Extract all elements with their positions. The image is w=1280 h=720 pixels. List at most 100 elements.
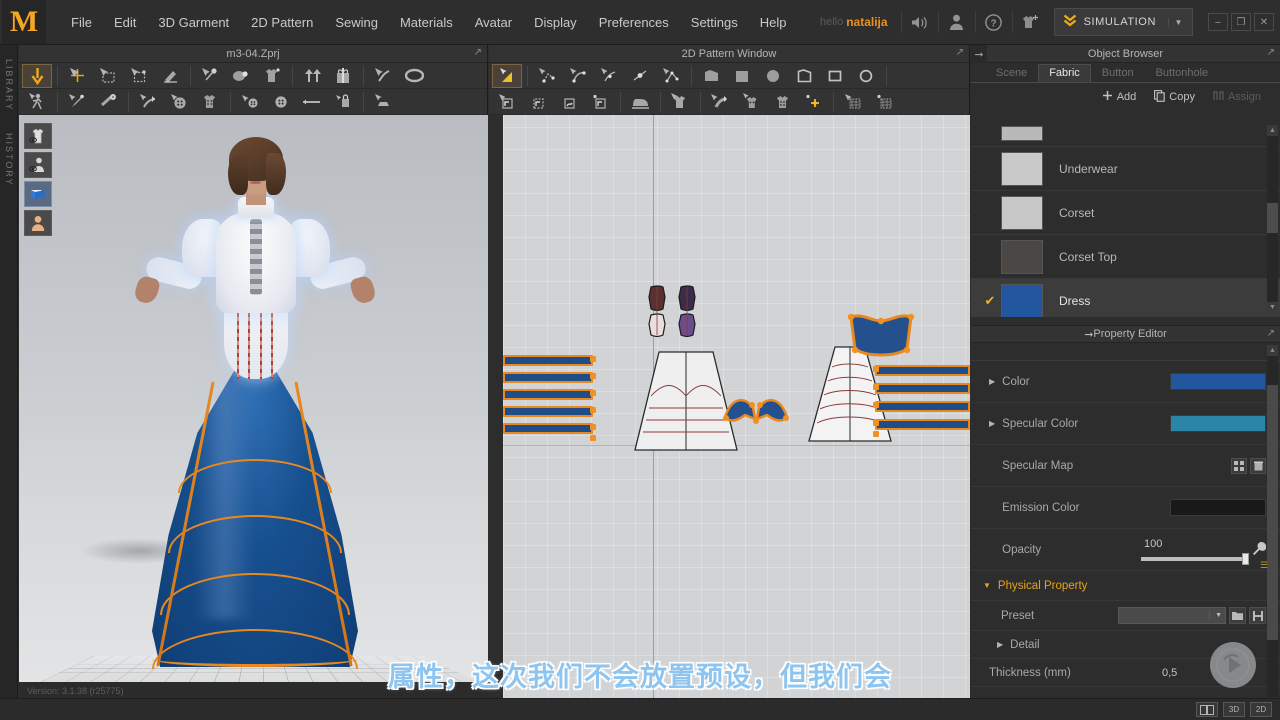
transform-pattern-tool-icon[interactable] bbox=[124, 64, 154, 88]
pin-tool-icon[interactable] bbox=[195, 64, 225, 88]
scrollbar-thumb[interactable] bbox=[1267, 203, 1278, 233]
property-row-color[interactable]: ▶ Color bbox=[971, 361, 1280, 403]
rectangle-outline-tool-icon[interactable] bbox=[820, 64, 850, 88]
menu-help[interactable]: Help bbox=[749, 9, 798, 36]
property-row-emission-color[interactable]: ▶ Emission Color bbox=[971, 487, 1280, 529]
tab-buttonhole[interactable]: Buttonhole bbox=[1145, 64, 1220, 82]
fold-arrange-tool-icon[interactable] bbox=[133, 90, 163, 114]
circle-outline-tool-icon[interactable] bbox=[851, 64, 881, 88]
button-placement-tool-icon[interactable] bbox=[164, 90, 194, 114]
edit-curvature-tool-icon[interactable] bbox=[563, 64, 593, 88]
internal-line-tool-icon[interactable] bbox=[492, 90, 522, 114]
collapse-panel-icon[interactable]: ➞ bbox=[1084, 328, 1093, 341]
edit-curve-point-tool-icon[interactable] bbox=[532, 64, 562, 88]
split-view-button[interactable] bbox=[1196, 702, 1218, 717]
garment-fold-tool-icon[interactable] bbox=[257, 64, 287, 88]
simulate-tool-icon[interactable] bbox=[22, 63, 52, 88]
mesh-particle-tool-icon[interactable] bbox=[838, 90, 868, 114]
menu-edit[interactable]: Edit bbox=[103, 9, 147, 36]
topstitch-garment-tool-icon[interactable] bbox=[195, 90, 225, 114]
mesh-edit-tool-icon[interactable] bbox=[869, 90, 899, 114]
zipper-tool-icon[interactable] bbox=[368, 64, 398, 88]
minimize-button[interactable]: – bbox=[1208, 13, 1228, 31]
menu-display[interactable]: Display bbox=[523, 9, 588, 36]
scroll-up-icon[interactable]: ▲ bbox=[1267, 345, 1278, 356]
list-item[interactable]: Underwear bbox=[971, 147, 1280, 191]
property-editor-scrollbar[interactable]: ▲ ☰ bbox=[1260, 345, 1278, 697]
line-segment-tool-icon[interactable] bbox=[297, 90, 327, 114]
list-item[interactable]: Corset bbox=[971, 191, 1280, 235]
polygon-outline-tool-icon[interactable] bbox=[789, 64, 819, 88]
polygon-tool-icon[interactable] bbox=[696, 64, 726, 88]
chevron-down-icon[interactable]: ▼ bbox=[1209, 612, 1222, 619]
fabric-swatch[interactable] bbox=[1001, 195, 1043, 230]
menu-materials[interactable]: Materials bbox=[389, 9, 464, 36]
scroll-up-icon[interactable]: ▲ bbox=[1267, 125, 1278, 136]
tab-button[interactable]: Button bbox=[1091, 64, 1145, 82]
user-icon[interactable] bbox=[942, 7, 972, 37]
opacity-value[interactable]: 100 bbox=[1141, 538, 1246, 550]
speaker-icon[interactable] bbox=[905, 7, 935, 37]
pattern-fold-tool-icon[interactable] bbox=[705, 90, 735, 114]
pattern-piece-skirt-side[interactable] bbox=[803, 343, 898, 453]
property-row-preset[interactable]: Preset ▼ bbox=[971, 601, 1280, 631]
list-item[interactable]: Corset Top bbox=[971, 235, 1280, 279]
chevron-right-icon[interactable]: ▶ bbox=[989, 419, 995, 428]
button-tool-icon[interactable] bbox=[235, 90, 265, 114]
fabric-swatch[interactable] bbox=[1001, 151, 1043, 186]
scrollbar-thumb[interactable] bbox=[1267, 385, 1278, 640]
pattern-piece-bodice-group[interactable] bbox=[641, 285, 711, 355]
pattern-button-tool-icon[interactable] bbox=[736, 90, 766, 114]
tab-fabric[interactable]: Fabric bbox=[1038, 64, 1091, 82]
emission-color-swatch[interactable] bbox=[1170, 499, 1266, 516]
restore-button[interactable]: ❐ bbox=[1231, 13, 1251, 31]
add-point-split-tool-icon[interactable] bbox=[594, 64, 624, 88]
move-gizmo-tool-icon[interactable] bbox=[798, 90, 828, 114]
open-folder-icon[interactable] bbox=[1229, 607, 1246, 624]
color-swatch[interactable] bbox=[1170, 373, 1266, 390]
select-move-tool-icon[interactable] bbox=[62, 64, 92, 88]
menu-settings[interactable]: Settings bbox=[680, 9, 749, 36]
pattern-piece-yoke[interactable] bbox=[845, 311, 917, 359]
garment-preview-tool-icon[interactable] bbox=[665, 90, 695, 114]
physical-property-header[interactable]: ▼ Physical Property bbox=[971, 571, 1280, 601]
pressure-tool-icon[interactable] bbox=[226, 64, 256, 88]
avatar-model[interactable] bbox=[124, 129, 384, 674]
sidebar-tab-library[interactable]: LIBRARY bbox=[4, 51, 14, 119]
view-3d-button[interactable]: 3D bbox=[1223, 702, 1245, 717]
menu-file[interactable]: File bbox=[60, 9, 103, 36]
grid-icon[interactable] bbox=[1231, 457, 1247, 474]
sidebar-tab-history[interactable]: HISTORY bbox=[4, 125, 14, 195]
opacity-slider[interactable] bbox=[1141, 553, 1249, 565]
avatar-pose-tool-icon[interactable] bbox=[22, 90, 52, 114]
fabric-swatch[interactable] bbox=[1001, 126, 1043, 141]
view-2d-button[interactable]: 2D bbox=[1250, 702, 1272, 717]
segment-tool-icon[interactable] bbox=[625, 64, 655, 88]
fabric-list-scrollbar[interactable]: ▲ ▼ bbox=[1267, 125, 1278, 313]
close-button[interactable]: ✕ bbox=[1254, 13, 1274, 31]
fabric-check-icon[interactable]: ✔ bbox=[979, 293, 1001, 309]
assign-fabric-button[interactable]: Assign bbox=[1206, 87, 1268, 107]
username-label[interactable]: natalija bbox=[846, 15, 887, 29]
popout-icon[interactable]: ↗ bbox=[1267, 328, 1275, 339]
trash-icon[interactable] bbox=[1250, 457, 1266, 474]
chevron-right-icon[interactable]: ▶ bbox=[997, 640, 1003, 649]
chevron-right-icon[interactable]: ▶ bbox=[989, 377, 995, 386]
pattern-piece-collar-wings[interactable] bbox=[721, 385, 791, 427]
wrench-icon[interactable] bbox=[1252, 541, 1267, 558]
save-icon[interactable] bbox=[1249, 607, 1266, 624]
rectangle-select-tool-icon[interactable] bbox=[93, 64, 123, 88]
menu-sewing[interactable]: Sewing bbox=[324, 9, 389, 36]
fabric-list[interactable]: Underwear Corset Corset Top ✔ Dress bbox=[971, 121, 1280, 317]
scroll-down-icon[interactable]: ▼ bbox=[1267, 302, 1278, 313]
help-icon[interactable]: ? bbox=[979, 7, 1009, 37]
pattern-buttonhole-tool-icon[interactable] bbox=[767, 90, 797, 114]
tack-tool-icon[interactable] bbox=[62, 90, 92, 114]
menu-3d-garment[interactable]: 3D Garment bbox=[147, 9, 240, 36]
popout-icon[interactable]: ↗ bbox=[474, 47, 482, 58]
list-item[interactable] bbox=[971, 121, 1280, 147]
iron-tool-icon[interactable] bbox=[625, 90, 655, 114]
surface-flatten-tool-icon[interactable] bbox=[368, 90, 398, 114]
menu-2d-pattern[interactable]: 2D Pattern bbox=[240, 9, 324, 36]
tape-measure-tool-icon[interactable] bbox=[93, 90, 123, 114]
